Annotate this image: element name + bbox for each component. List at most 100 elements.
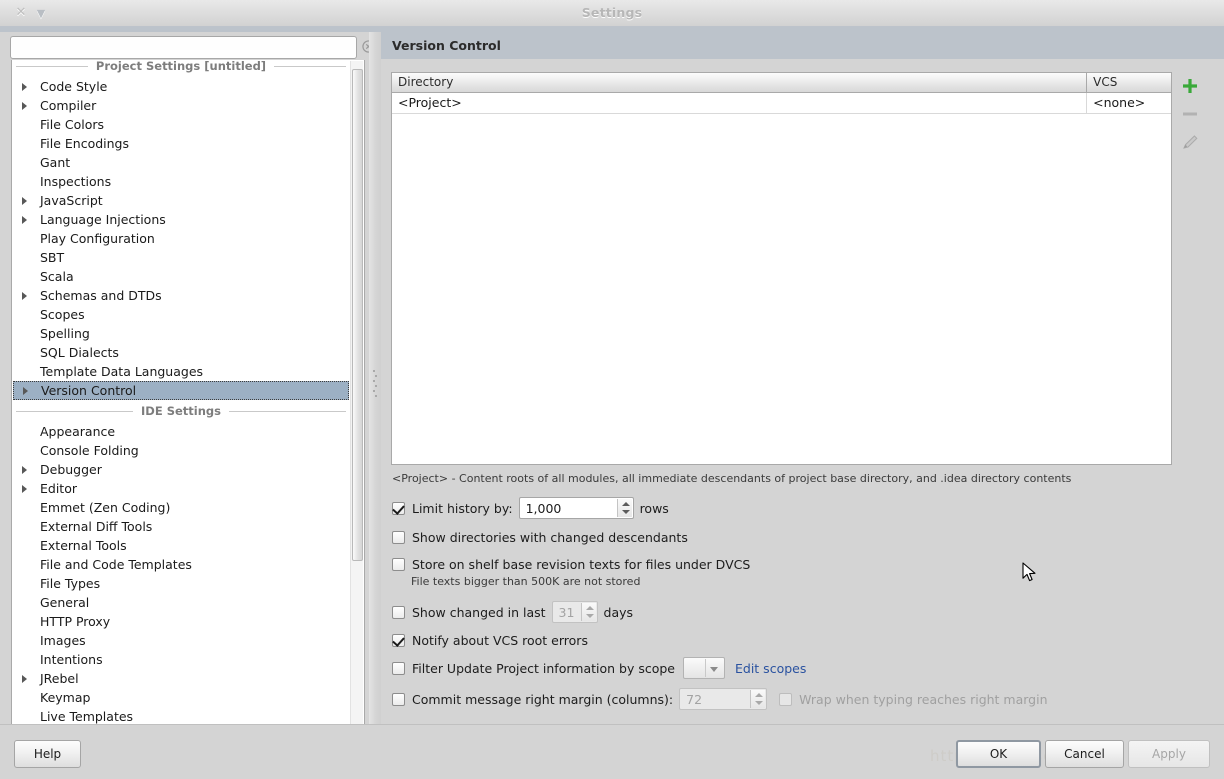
sidebar-item-external-tools[interactable]: External Tools bbox=[12, 536, 350, 555]
table-toolbar bbox=[1176, 72, 1212, 172]
sidebar-item-console-folding[interactable]: Console Folding bbox=[12, 441, 350, 460]
notify-vcs-root-errors-checkbox[interactable] bbox=[392, 633, 405, 647]
expand-arrow-icon[interactable] bbox=[22, 197, 27, 205]
option-store-on-shelf: Store on shelf base revision texts for f… bbox=[392, 554, 750, 574]
show-changed-descendants-checkbox[interactable] bbox=[392, 530, 405, 544]
window-title: Settings bbox=[581, 5, 643, 20]
wrap-typing-label: Wrap when typing reaches right margin bbox=[799, 691, 1048, 707]
sidebar-item-editor[interactable]: Editor bbox=[12, 479, 350, 498]
sidebar-item-appearance[interactable]: Appearance bbox=[12, 422, 350, 441]
sidebar-item-label: Editor bbox=[40, 481, 77, 496]
commit-margin-label: Commit message right margin (columns): bbox=[412, 691, 674, 707]
expand-arrow-icon[interactable] bbox=[23, 387, 28, 395]
panel-splitter[interactable] bbox=[369, 32, 381, 724]
show-changed-descendants-label: Show directories with changed descendant… bbox=[412, 529, 688, 545]
sidebar-item-file-and-code-templates[interactable]: File and Code Templates bbox=[12, 555, 350, 574]
expand-arrow-icon[interactable] bbox=[22, 466, 27, 474]
help-button[interactable]: Help bbox=[14, 740, 81, 768]
sidebar-item-gant[interactable]: Gant bbox=[12, 153, 350, 172]
stepper-arrows-icon[interactable] bbox=[616, 499, 632, 517]
cancel-button[interactable]: Cancel bbox=[1045, 740, 1124, 768]
scope-select[interactable] bbox=[683, 657, 725, 679]
sidebar-item-label: Appearance bbox=[40, 424, 116, 439]
edit-scopes-link[interactable]: Edit scopes bbox=[735, 661, 806, 676]
expand-arrow-icon[interactable] bbox=[22, 83, 27, 91]
sidebar-item-scala[interactable]: Scala bbox=[12, 267, 350, 286]
limit-history-stepper[interactable]: 1,000 bbox=[518, 497, 634, 519]
search-input[interactable] bbox=[10, 36, 357, 59]
store-on-shelf-label: Store on shelf base revision texts for f… bbox=[412, 556, 751, 572]
commit-margin-value: 72 bbox=[686, 691, 703, 707]
sidebar-item-sql-dialects[interactable]: SQL Dialects bbox=[12, 343, 350, 362]
expand-arrow-icon[interactable] bbox=[22, 102, 27, 110]
commit-margin-checkbox[interactable] bbox=[392, 692, 405, 706]
mouse-cursor bbox=[1022, 562, 1036, 582]
sidebar-item-code-style[interactable]: Code Style bbox=[12, 77, 350, 96]
expand-arrow-icon[interactable] bbox=[22, 675, 27, 683]
sidebar-item-schemas-and-dtds[interactable]: Schemas and DTDs bbox=[12, 286, 350, 305]
store-on-shelf-checkbox[interactable] bbox=[392, 557, 405, 571]
sidebar-item-sbt[interactable]: SBT bbox=[12, 248, 350, 267]
show-changed-in-last-stepper: 31 bbox=[551, 601, 598, 623]
sidebar-item-play-configuration[interactable]: Play Configuration bbox=[12, 229, 350, 248]
sidebar-item-label: File Encodings bbox=[40, 136, 130, 151]
sidebar-item-external-diff-tools[interactable]: External Diff Tools bbox=[12, 517, 350, 536]
vcs-directory-table[interactable]: Directory VCS <Project> <none> bbox=[391, 72, 1172, 465]
show-changed-in-last-checkbox[interactable] bbox=[392, 605, 405, 619]
sidebar-item-label: JRebel bbox=[40, 671, 79, 686]
sidebar-item-compiler[interactable]: Compiler bbox=[12, 96, 350, 115]
expand-arrow-icon[interactable] bbox=[22, 292, 27, 300]
wrap-typing-checkbox bbox=[779, 692, 793, 706]
expand-arrow-icon[interactable] bbox=[22, 216, 27, 224]
sidebar-item-debugger[interactable]: Debugger bbox=[12, 460, 350, 479]
ok-button[interactable]: OK bbox=[956, 740, 1041, 768]
sidebar-item-file-colors[interactable]: File Colors bbox=[12, 115, 350, 134]
sidebar-item-version-control[interactable]: Version Control bbox=[13, 381, 349, 400]
sidebar-item-inspections[interactable]: Inspections bbox=[12, 172, 350, 191]
column-header-directory[interactable]: Directory bbox=[392, 73, 1088, 93]
sidebar-item-label: Version Control bbox=[41, 383, 137, 398]
sidebar-item-images[interactable]: Images bbox=[12, 631, 350, 650]
settings-tree[interactable]: Project Settings [untitled] Code Style Com… bbox=[11, 60, 365, 748]
sidebar-item-spelling[interactable]: Spelling bbox=[12, 324, 350, 343]
sidebar-item-jrebel[interactable]: JRebel bbox=[12, 669, 350, 688]
store-on-shelf-note: File texts bigger than 500K are not stor… bbox=[411, 575, 641, 588]
cell-vcs[interactable]: <none> bbox=[1087, 93, 1171, 114]
sidebar-item-label: Schemas and DTDs bbox=[40, 288, 162, 303]
option-notify-vcs-root-errors: Notify about VCS root errors bbox=[392, 630, 588, 650]
limit-history-checkbox[interactable] bbox=[392, 501, 405, 515]
sidebar-item-intentions[interactable]: Intentions bbox=[12, 650, 350, 669]
sidebar-item-scopes[interactable]: Scopes bbox=[12, 305, 350, 324]
sidebar-item-label: Spelling bbox=[40, 326, 90, 341]
sidebar-item-general[interactable]: General bbox=[12, 593, 350, 612]
sidebar-scrollbar[interactable] bbox=[350, 61, 363, 747]
sidebar-item-file-types[interactable]: File Types bbox=[12, 574, 350, 593]
sidebar-item-label: Compiler bbox=[40, 98, 97, 113]
commit-margin-stepper: 72 bbox=[679, 688, 768, 710]
sidebar-item-emmet-zen-coding[interactable]: Emmet (Zen Coding) bbox=[12, 498, 350, 517]
sidebar-item-label: HTTP Proxy bbox=[40, 614, 111, 629]
filter-by-scope-checkbox[interactable] bbox=[392, 661, 405, 675]
sidebar-scrollbar-thumb[interactable] bbox=[352, 69, 363, 561]
sidebar-item-label: Live Templates bbox=[40, 709, 134, 724]
option-limit-history: Limit history by: 1,000 rows bbox=[392, 497, 669, 519]
sidebar-item-http-proxy[interactable]: HTTP Proxy bbox=[12, 612, 350, 631]
cell-directory[interactable]: <Project> bbox=[392, 93, 1088, 114]
filter-by-scope-label: Filter Update Project information by sco… bbox=[412, 660, 675, 676]
sidebar-item-label: JavaScript bbox=[40, 193, 103, 208]
table-row[interactable]: <Project> <none> bbox=[392, 93, 1171, 114]
sidebar-item-label: Console Folding bbox=[40, 443, 139, 458]
version-control-page: Version Control Directory VCS <Project> … bbox=[381, 32, 1224, 724]
sidebar-item-javascript[interactable]: JavaScript bbox=[12, 191, 350, 210]
sidebar-item-label: Code Style bbox=[40, 79, 108, 94]
pencil-icon bbox=[1183, 135, 1198, 149]
sidebar-item-language-injections[interactable]: Language Injections bbox=[12, 210, 350, 229]
sidebar-item-label: Gant bbox=[40, 155, 71, 170]
chevron-down-icon bbox=[710, 667, 718, 672]
column-header-vcs[interactable]: VCS bbox=[1087, 73, 1171, 93]
sidebar-item-keymap[interactable]: Keymap bbox=[12, 688, 350, 707]
sidebar-item-template-data-languages[interactable]: Template Data Languages bbox=[12, 362, 350, 381]
expand-arrow-icon[interactable] bbox=[22, 485, 27, 493]
sidebar-item-file-encodings[interactable]: File Encodings bbox=[12, 134, 350, 153]
add-button[interactable] bbox=[1176, 72, 1204, 100]
